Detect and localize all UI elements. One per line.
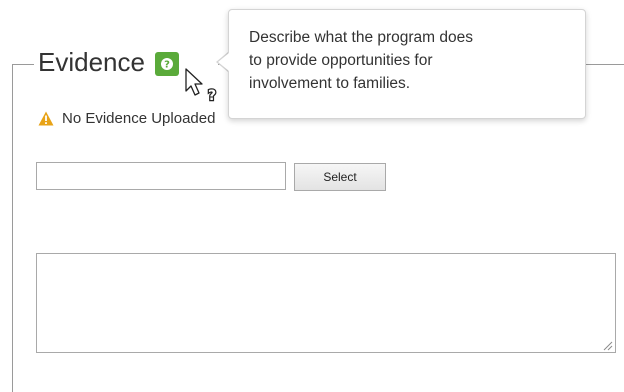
select-file-button[interactable]: Select [294, 163, 386, 191]
question-icon: ? [160, 57, 174, 71]
file-name-field[interactable] [36, 162, 286, 190]
section-title: Evidence [38, 47, 145, 77]
upload-status: No Evidence Uploaded [38, 110, 215, 127]
evidence-notes-textarea[interactable] [36, 253, 616, 353]
help-tooltip: Describe what the program does to provid… [228, 9, 586, 119]
tooltip-line: Describe what the program does [249, 29, 474, 46]
evidence-panel: Evidence ? No Evidence Uploaded Select D… [0, 0, 624, 392]
help-button[interactable]: ? [154, 52, 179, 76]
resize-grip-icon[interactable] [601, 338, 613, 351]
help-cursor-icon: ? [184, 67, 224, 107]
upload-status-text: No Evidence Uploaded [62, 110, 216, 127]
section-legend: Evidence ? [38, 44, 179, 80]
fieldset-border-top-left [12, 64, 34, 65]
fieldset-border-left [12, 64, 13, 392]
tooltip-line: to provide opportunities for [249, 52, 433, 69]
svg-text:?: ? [208, 88, 216, 104]
tooltip-line: involvement to families. [249, 75, 411, 92]
svg-text:?: ? [164, 60, 170, 71]
warning-icon [38, 111, 54, 126]
